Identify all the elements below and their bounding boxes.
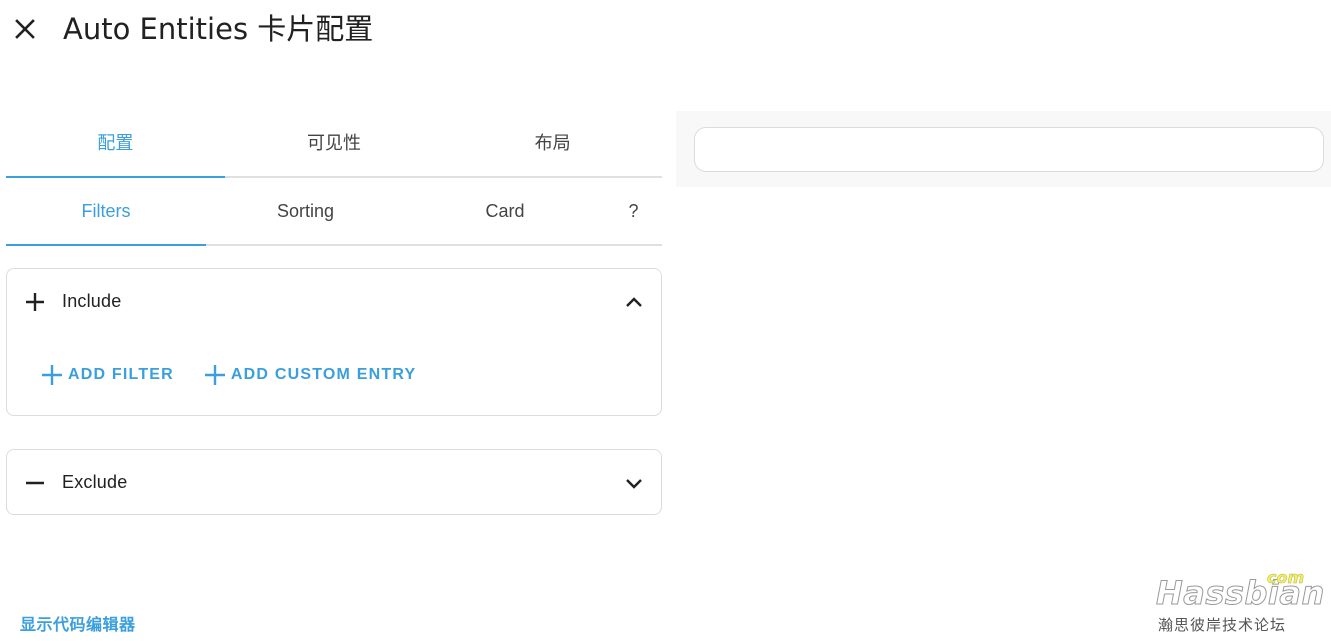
dialog-title: Auto Entities 卡片配置 <box>63 12 374 46</box>
plus-icon <box>42 365 62 385</box>
main-tabs: 配置 可见性 布局 <box>6 108 662 178</box>
include-actions: ADD FILTER ADD CUSTOM ENTRY <box>37 361 442 389</box>
plus-icon <box>204 365 225 385</box>
include-panel-header[interactable]: Include <box>7 269 661 333</box>
tab-help[interactable]: ? <box>605 179 662 244</box>
add-filter-label: ADD FILTER <box>68 366 174 383</box>
preview-card <box>694 127 1324 172</box>
show-code-editor-link[interactable]: 显示代码编辑器 <box>20 611 136 635</box>
exclude-panel: Exclude <box>6 449 662 515</box>
watermark-suffix: com <box>1267 568 1305 588</box>
include-panel: Include ADD FILTER ADD CUSTOM ENTRY <box>6 268 662 416</box>
watermark-subtitle: 瀚思彼岸技术论坛 <box>1158 616 1287 634</box>
tab-sorting[interactable]: Sorting <box>206 179 405 244</box>
exclude-panel-header[interactable]: Exclude <box>7 450 661 514</box>
add-custom-entry-label: ADD CUSTOM ENTRY <box>230 366 417 383</box>
tab-filters[interactable]: Filters <box>6 179 206 246</box>
add-filter-button[interactable]: ADD FILTER <box>37 361 178 389</box>
watermark-logo: Hassbian com 瀚思彼岸技术论坛 <box>1150 568 1330 638</box>
tab-layout[interactable]: 布局 <box>443 108 662 176</box>
chevron-up-icon[interactable] <box>623 291 645 313</box>
include-panel-title: Include <box>62 291 122 311</box>
card-preview <box>676 111 1331 187</box>
close-icon <box>15 19 35 39</box>
tab-card[interactable]: Card <box>405 179 605 244</box>
sub-tabs: Filters Sorting Card ? <box>6 179 662 246</box>
chevron-down-icon[interactable] <box>623 472 645 494</box>
tab-visibility[interactable]: 可见性 <box>225 108 444 176</box>
add-custom-entry-button[interactable]: ADD CUSTOM ENTRY <box>200 361 420 389</box>
tab-config[interactable]: 配置 <box>6 108 225 178</box>
dialog-header: Auto Entities 卡片配置 <box>0 0 1331 60</box>
close-button[interactable] <box>11 15 39 43</box>
plus-icon <box>26 293 44 311</box>
minus-icon <box>26 481 44 485</box>
exclude-panel-title: Exclude <box>62 472 128 492</box>
